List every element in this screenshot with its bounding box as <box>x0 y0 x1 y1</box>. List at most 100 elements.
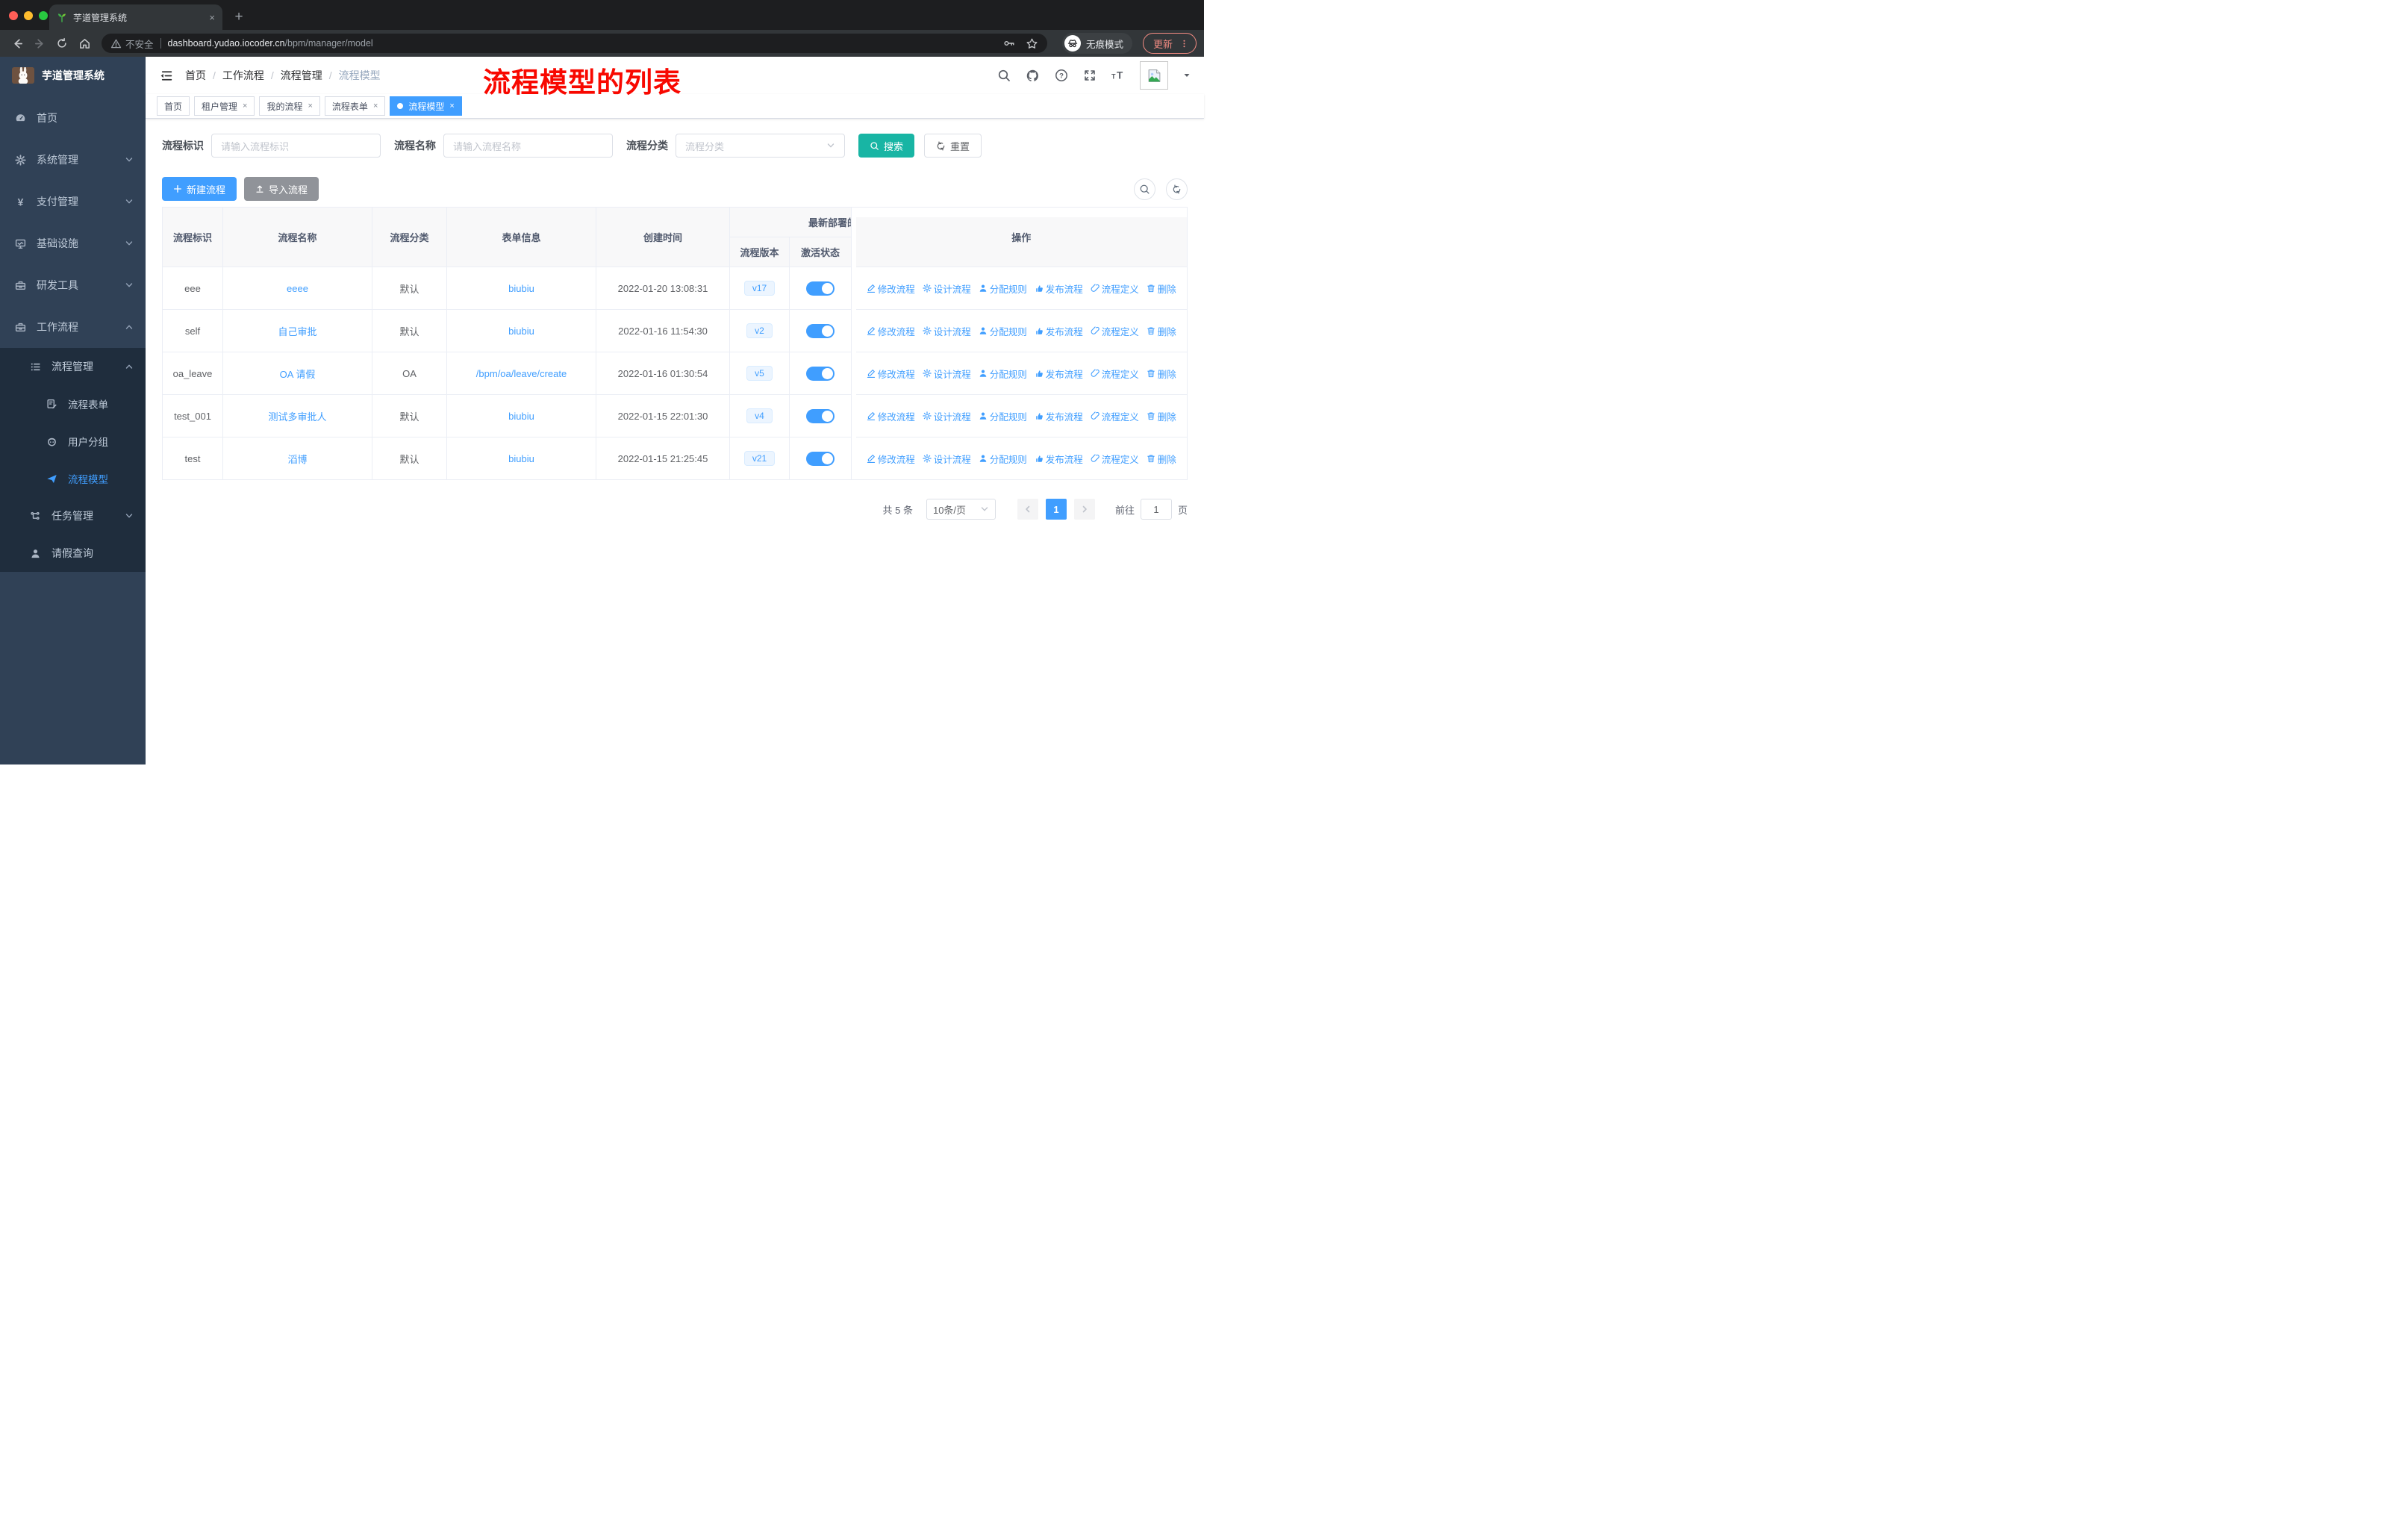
definition-link[interactable]: 流程定义 <box>1091 281 1139 296</box>
edit-link[interactable]: 修改流程 <box>867 367 915 381</box>
help-icon[interactable]: ? <box>1055 69 1068 82</box>
reset-button[interactable]: 重置 <box>924 134 982 158</box>
search-button[interactable]: 搜索 <box>858 134 915 158</box>
reload-icon[interactable] <box>52 34 72 53</box>
definition-link[interactable]: 流程定义 <box>1091 324 1139 338</box>
form-link[interactable]: biubiu <box>508 283 534 294</box>
prev-page-button[interactable] <box>1017 499 1038 520</box>
delete-link[interactable]: 删除 <box>1147 281 1176 296</box>
process-name-link[interactable]: 测试多审批人 <box>268 411 326 423</box>
tag-租户管理[interactable]: 租户管理 × <box>194 96 255 116</box>
tab-close-icon[interactable]: × <box>209 12 215 23</box>
deploy-link[interactable]: 发布流程 <box>1035 452 1083 466</box>
sidebar-item-system[interactable]: 系统管理 <box>0 139 146 181</box>
delete-link[interactable]: 删除 <box>1147 409 1176 423</box>
form-link[interactable]: biubiu <box>508 453 534 464</box>
version-tag[interactable]: v5 <box>746 366 773 381</box>
tag-我的流程[interactable]: 我的流程 × <box>259 96 320 116</box>
tag-流程模型[interactable]: 流程模型 × <box>390 96 462 116</box>
active-toggle[interactable] <box>806 451 835 466</box>
github-icon[interactable] <box>1026 69 1040 83</box>
design-link[interactable]: 设计流程 <box>923 452 971 466</box>
deploy-link[interactable]: 发布流程 <box>1035 324 1083 338</box>
sidebar-item-workflow[interactable]: 工作流程 <box>0 306 146 348</box>
version-tag[interactable]: v17 <box>743 281 776 296</box>
active-toggle[interactable] <box>806 281 835 296</box>
assign-link[interactable]: 分配规则 <box>979 409 1027 423</box>
edit-link[interactable]: 修改流程 <box>867 452 915 466</box>
assign-link[interactable]: 分配规则 <box>979 452 1027 466</box>
deploy-link[interactable]: 发布流程 <box>1035 409 1083 423</box>
process-name-link[interactable]: eeee <box>287 283 308 294</box>
sidebar-item-payment[interactable]: ¥ 支付管理 <box>0 181 146 222</box>
design-link[interactable]: 设计流程 <box>923 409 971 423</box>
process-category-select[interactable]: 流程分类 <box>676 134 845 158</box>
version-tag[interactable]: v4 <box>746 408 773 423</box>
page-1-button[interactable]: 1 <box>1045 499 1067 520</box>
sidebar-item-dev-tools[interactable]: 研发工具 <box>0 264 146 306</box>
new-tab-button[interactable]: + <box>228 7 249 28</box>
create-process-button[interactable]: 新建流程 <box>162 177 237 201</box>
process-id-input[interactable]: 请输入流程标识 <box>211 134 381 158</box>
assign-link[interactable]: 分配规则 <box>979 367 1027 381</box>
deploy-link[interactable]: 发布流程 <box>1035 281 1083 296</box>
import-process-button[interactable]: 导入流程 <box>244 177 319 201</box>
active-toggle[interactable] <box>806 323 835 338</box>
sidebar-item-infrastructure[interactable]: 基础设施 <box>0 222 146 264</box>
zoom-window-button[interactable] <box>39 11 48 20</box>
process-name-link[interactable]: OA 请假 <box>280 369 316 380</box>
definition-link[interactable]: 流程定义 <box>1091 367 1139 381</box>
breadcrumb-item[interactable]: 工作流程 <box>222 68 264 83</box>
assign-link[interactable]: 分配规则 <box>979 324 1027 338</box>
refresh-table-button[interactable] <box>1166 178 1188 200</box>
deploy-link[interactable]: 发布流程 <box>1035 367 1083 381</box>
design-link[interactable]: 设计流程 <box>923 324 971 338</box>
sidebar-item-leave-query[interactable]: 请假查询 <box>0 535 146 572</box>
definition-link[interactable]: 流程定义 <box>1091 452 1139 466</box>
active-toggle[interactable] <box>806 408 835 423</box>
sidebar-item-user-group[interactable]: 用户分组 <box>0 423 146 460</box>
version-tag[interactable]: v21 <box>743 451 776 466</box>
avatar-caret-icon[interactable] <box>1183 72 1191 79</box>
tag-close-icon[interactable]: × <box>243 102 247 110</box>
next-page-button[interactable] <box>1073 499 1095 520</box>
form-link[interactable]: /bpm/oa/leave/create <box>476 368 567 379</box>
design-link[interactable]: 设计流程 <box>923 281 971 296</box>
sidebar-item-process-manage[interactable]: 流程管理 <box>0 348 146 385</box>
breadcrumb-item[interactable]: 首页 <box>185 68 206 83</box>
browser-tab[interactable]: 芋道管理系统 × <box>49 4 222 30</box>
process-name-link[interactable]: 自己审批 <box>278 326 316 337</box>
font-size-icon[interactable]: TT <box>1111 69 1125 82</box>
sidebar-item-process-form[interactable]: 流程表单 <box>0 385 146 423</box>
not-secure-warning[interactable]: 不安全 <box>110 37 154 51</box>
page-size-select[interactable]: 10条/页 <box>926 499 996 520</box>
definition-link[interactable]: 流程定义 <box>1091 409 1139 423</box>
assign-link[interactable]: 分配规则 <box>979 281 1027 296</box>
sidebar-item-task-manage[interactable]: 任务管理 <box>0 497 146 535</box>
form-link[interactable]: biubiu <box>508 326 534 337</box>
delete-link[interactable]: 删除 <box>1147 367 1176 381</box>
bookmark-star-icon[interactable] <box>1026 37 1038 50</box>
key-icon[interactable] <box>1003 37 1015 49</box>
tag-流程表单[interactable]: 流程表单 × <box>324 96 386 116</box>
active-toggle[interactable] <box>806 366 835 381</box>
kebab-menu-icon[interactable] <box>1179 39 1189 49</box>
avatar[interactable] <box>1140 61 1168 90</box>
browser-update-button[interactable]: 更新 <box>1142 33 1197 54</box>
back-icon[interactable] <box>7 34 27 53</box>
minimize-window-button[interactable] <box>24 11 33 20</box>
sidebar-item-process-model[interactable]: 流程模型 <box>0 460 146 497</box>
url-bar[interactable]: 不安全 dashboard.yudao.iocoder.cn/bpm/manag… <box>102 34 1047 53</box>
delete-link[interactable]: 删除 <box>1147 452 1176 466</box>
version-tag[interactable]: v2 <box>746 323 773 338</box>
breadcrumb-item[interactable]: 流程管理 <box>281 68 322 83</box>
design-link[interactable]: 设计流程 <box>923 367 971 381</box>
search-icon[interactable] <box>997 69 1011 82</box>
form-link[interactable]: biubiu <box>508 411 534 422</box>
edit-link[interactable]: 修改流程 <box>867 409 915 423</box>
process-name-input[interactable]: 请输入流程名称 <box>443 134 613 158</box>
forward-icon[interactable] <box>30 34 49 53</box>
tag-close-icon[interactable]: × <box>373 102 378 110</box>
tag-close-icon[interactable]: × <box>308 102 312 110</box>
process-name-link[interactable]: 滔博 <box>287 454 307 465</box>
